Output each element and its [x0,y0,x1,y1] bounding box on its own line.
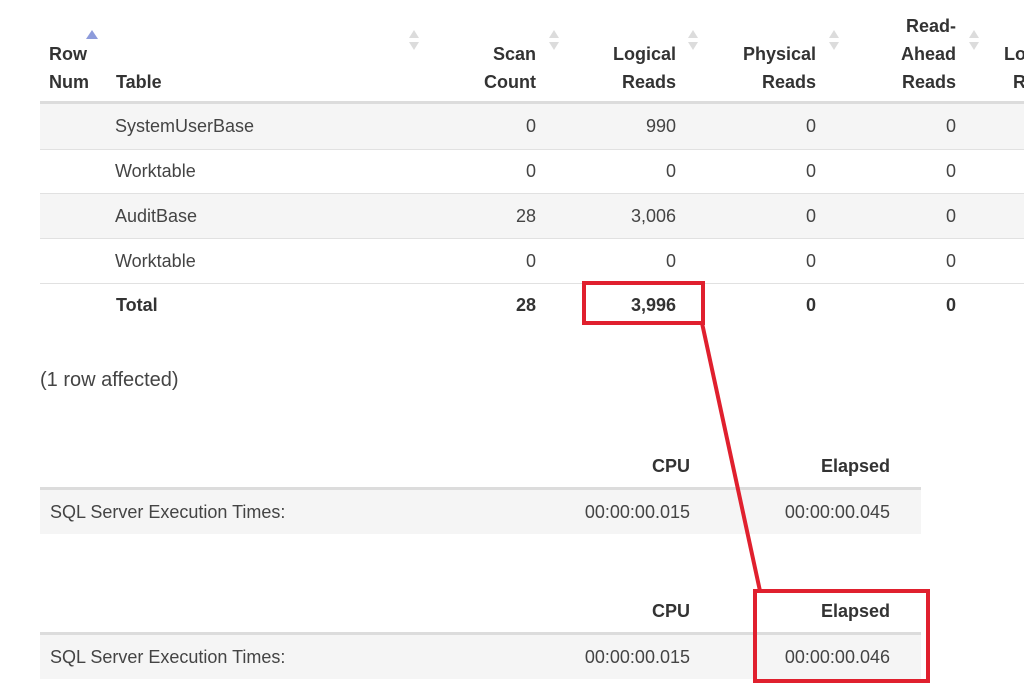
cell-read-ahead-reads: 0 [945,116,956,136]
cell-physical-reads: 0 [805,116,816,136]
cell-total-scan-count: 28 [515,295,536,315]
cell-scan-count: 0 [525,116,536,136]
cell-table-name: Worktable [115,251,196,271]
cell-read-ahead-reads: 0 [945,206,956,226]
column-header-elapsed[interactable]: Elapsed [770,456,890,477]
cell-read-ahead-reads: 0 [945,161,956,181]
column-header-physical-reads[interactable]: Physical Reads [716,40,816,96]
table-row: Worktable 0 0 0 0 [40,149,1024,194]
cell-total-physical-reads: 0 [805,295,816,315]
cell-logical-reads: 3,006 [630,206,676,226]
cell-table-name: SystemUserBase [115,116,255,136]
sort-icon-physical-reads[interactable] [829,30,839,52]
sort-ascending-icon[interactable] [86,30,98,39]
column-header-cpu[interactable]: CPU [590,456,690,477]
sort-icon-read-ahead-reads[interactable] [969,30,979,52]
cell-logical-reads: 990 [645,116,676,136]
cell-physical-reads: 0 [805,161,816,181]
cell-total-label: Total [116,295,158,315]
table-row: SystemUserBase 0 990 0 0 [40,104,1024,149]
cell-scan-count: 0 [525,251,536,271]
sort-icon-logical-reads[interactable] [688,30,698,52]
cell-table-name: Worktable [115,161,196,181]
table-row: AuditBase 28 3,006 0 0 [40,194,1024,239]
column-header-lob-reads-partial[interactable]: Lo R [1004,40,1024,96]
column-header-logical-reads[interactable]: Logical Reads [576,40,676,96]
cell-exec-label: SQL Server Execution Times: [50,502,286,522]
cell-elapsed-time: 00:00:00.045 [784,502,890,522]
cell-physical-reads: 0 [805,251,816,271]
cell-scan-count: 28 [515,206,536,226]
annotation-connector-line [700,322,762,592]
column-header-read-ahead-reads[interactable]: Read- Ahead Reads [866,12,956,96]
column-header-cpu[interactable]: CPU [590,601,690,622]
column-header-scan-count[interactable]: Scan Count [456,40,536,96]
column-header-row-num[interactable]: Row Num [49,40,89,96]
table-row: SQL Server Execution Times: 00:00:00.015… [40,490,921,534]
cell-physical-reads: 0 [805,206,816,226]
table-total-row: Total 28 3,996 0 0 [40,283,1024,328]
table-row: SQL Server Execution Times: 00:00:00.015… [40,635,921,679]
sort-icon-table[interactable] [409,30,419,52]
cell-exec-label: SQL Server Execution Times: [50,647,286,667]
cell-read-ahead-reads: 0 [945,251,956,271]
cell-table-name: AuditBase [115,206,198,226]
cell-elapsed-time: 00:00:00.046 [784,647,890,667]
sort-icon-scan-count[interactable] [549,30,559,52]
column-header-elapsed[interactable]: Elapsed [770,601,890,622]
cell-cpu-time: 00:00:00.015 [584,647,690,667]
cell-cpu-time: 00:00:00.015 [584,502,690,522]
cell-logical-reads: 0 [665,161,676,181]
cell-total-read-ahead-reads: 0 [945,295,956,315]
column-header-table[interactable]: Table [116,68,162,96]
rows-affected-message: (1 row affected) [40,369,179,391]
cell-total-logical-reads: 3,996 [630,295,676,315]
table-row: Worktable 0 0 0 0 [40,239,1024,284]
cell-logical-reads: 0 [665,251,676,271]
cell-scan-count: 0 [525,161,536,181]
